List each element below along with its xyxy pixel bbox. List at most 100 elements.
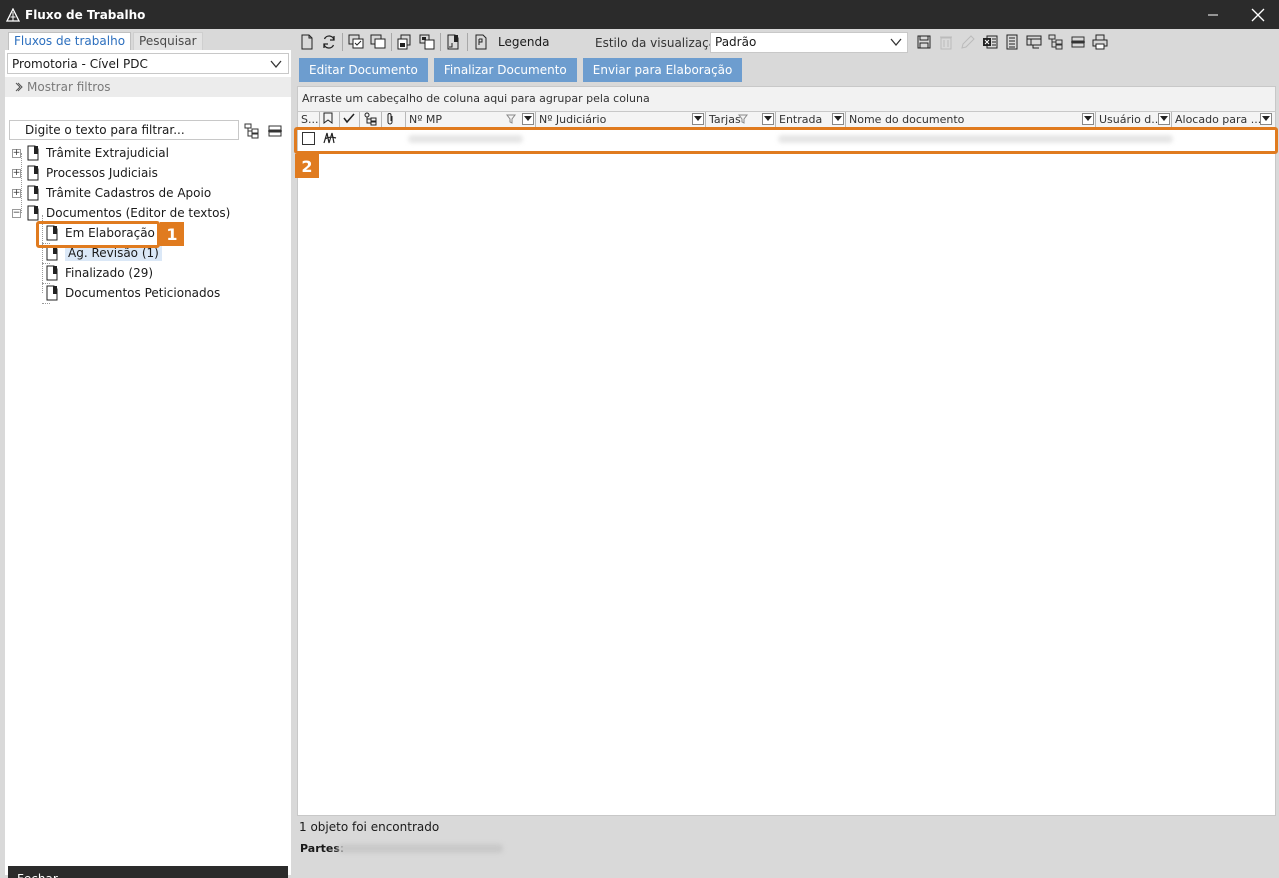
filter-icon	[506, 114, 516, 124]
column-header-allocated[interactable]: Alocado para ...	[1172, 112, 1273, 127]
caret-down-icon	[524, 116, 532, 121]
filter-input[interactable]: Digite o texto para filtrar...	[9, 120, 239, 140]
save-icon	[917, 35, 931, 49]
workflow-select[interactable]: Promotoria - Cível PDC	[7, 53, 289, 74]
left-tabs: Fluxos de trabalho Pesquisar	[8, 32, 203, 50]
checkmark-icon	[343, 113, 355, 124]
caret-down-icon	[764, 116, 772, 121]
column-header-check[interactable]	[340, 112, 360, 127]
column-header-entrada[interactable]: Entrada	[776, 112, 846, 127]
edit-view-button[interactable]	[957, 31, 979, 53]
paste-button[interactable]	[416, 31, 438, 53]
callout-highlight-2	[294, 127, 1278, 154]
window-title: Fluxo de Trabalho	[25, 7, 146, 22]
refresh-button[interactable]	[318, 31, 340, 53]
select-all-button[interactable]	[345, 31, 367, 53]
column-header-label: Entrada	[779, 113, 823, 126]
column-header-workflow[interactable]	[360, 112, 382, 127]
new-document-icon	[301, 34, 313, 50]
column-header-judicial-number[interactable]: Nº Judiciário	[536, 112, 706, 127]
export-document-button[interactable]	[443, 31, 465, 53]
tree-connector	[42, 303, 50, 304]
chevron-down-icon	[890, 38, 902, 47]
copy-button[interactable]	[394, 31, 416, 53]
column-header-label: Usuário d...	[1099, 113, 1162, 126]
minimize-button[interactable]	[1190, 0, 1236, 29]
edit-document-button[interactable]: Editar Documento	[299, 58, 428, 82]
collapse-icon[interactable]: −	[12, 208, 21, 218]
legend-label[interactable]: Legenda	[498, 35, 549, 49]
legend-icon	[475, 34, 487, 50]
show-filters-label: Mostrar filtros	[27, 80, 111, 94]
tree-collapse-icon	[1071, 36, 1085, 48]
legend-button[interactable]	[470, 31, 492, 53]
toolbar-separator	[342, 33, 343, 51]
trash-icon	[940, 36, 952, 50]
column-header-user[interactable]: Usuário d...	[1096, 112, 1172, 127]
title-bar: Fluxo de Trabalho	[0, 0, 1279, 29]
tree-node-label: Processos Judiciais	[46, 166, 158, 180]
expand-groups-button[interactable]	[1045, 31, 1067, 53]
deselect-button[interactable]	[367, 31, 389, 53]
layout-button[interactable]	[1023, 31, 1045, 53]
results-count: 1 objeto foi encontrado	[299, 820, 440, 834]
column-header-label: Nº MP	[409, 113, 443, 126]
column-header-document-name[interactable]: Nome do documento	[846, 112, 1096, 127]
column-dropdown-button[interactable]	[1082, 113, 1094, 125]
column-dropdown-button[interactable]	[832, 113, 844, 125]
collapse-tree-button[interactable]	[266, 122, 284, 140]
close-button-mnemonic: F	[17, 872, 24, 878]
tab-search[interactable]: Pesquisar	[133, 32, 203, 50]
caret-down-icon	[1084, 116, 1092, 121]
windows-icon	[370, 34, 386, 49]
tree-node-cadastros[interactable]: + Trâmite Cadastros de Apoio	[12, 183, 211, 203]
finalize-document-button[interactable]: Finalizar Documento	[433, 58, 577, 82]
new-document-button[interactable]	[296, 31, 318, 53]
caret-down-icon	[834, 116, 842, 121]
expand-icon[interactable]: +	[12, 188, 21, 198]
caret-down-icon	[1160, 116, 1168, 121]
grid-header: S... Nº MP Nº Judiciário Tarjas Entrada …	[298, 111, 1275, 128]
send-to-elaboration-button[interactable]: Enviar para Elaboração	[582, 58, 743, 82]
close-button[interactable]: Fechar	[8, 866, 288, 878]
show-filters-toggle[interactable]: Mostrar filtros	[5, 77, 291, 97]
tree-node-finalizado[interactable]: Finalizado (29)	[46, 263, 153, 283]
report-button[interactable]	[1001, 31, 1023, 53]
column-dropdown-button[interactable]	[692, 113, 704, 125]
save-view-button[interactable]	[913, 31, 935, 53]
group-by-panel[interactable]: Arraste um cabeçalho de coluna aqui para…	[298, 87, 1275, 111]
tree-node-documentos[interactable]: − Documentos (Editor de textos)	[12, 203, 230, 223]
toolbar-separator	[391, 33, 392, 51]
expand-tree-button[interactable]	[243, 122, 261, 140]
tree-node-peticionados[interactable]: Documentos Peticionados	[46, 283, 220, 303]
expand-icon[interactable]: +	[12, 148, 21, 158]
paste-icon	[419, 34, 435, 50]
collapse-groups-button[interactable]	[1067, 31, 1089, 53]
tree-node-judicial[interactable]: + Processos Judiciais	[12, 163, 158, 183]
column-header-attachment[interactable]	[382, 112, 406, 127]
column-dropdown-button[interactable]	[1260, 113, 1272, 125]
column-dropdown-button[interactable]	[1158, 113, 1170, 125]
column-dropdown-button[interactable]	[522, 113, 534, 125]
print-button[interactable]	[1089, 31, 1111, 53]
documents-grid: Arraste um cabeçalho de coluna aqui para…	[297, 86, 1276, 816]
paperclip-icon	[387, 113, 393, 125]
close-window-button[interactable]	[1235, 0, 1279, 29]
column-header-tarjas[interactable]: Tarjas	[706, 112, 776, 127]
column-header-bookmark[interactable]	[320, 112, 340, 127]
tree-node-label: Finalizado (29)	[65, 266, 154, 280]
expand-icon[interactable]: +	[12, 168, 21, 178]
close-button-label: echar	[24, 872, 58, 878]
printer-icon	[1092, 34, 1108, 50]
app-logo-icon	[6, 7, 20, 22]
tree-node-extrajudicial[interactable]: + Trâmite Extrajudicial	[12, 143, 169, 163]
column-header-mp-number[interactable]: Nº MP	[406, 112, 536, 127]
left-panel: Fluxos de trabalho Pesquisar Promotoria …	[5, 30, 291, 878]
tree-node-label: Documentos (Editor de textos)	[46, 206, 231, 220]
column-dropdown-button[interactable]	[762, 113, 774, 125]
tab-workflows[interactable]: Fluxos de trabalho	[8, 32, 132, 50]
delete-view-button[interactable]	[935, 31, 957, 53]
view-style-select[interactable]: Padrão	[710, 32, 908, 53]
column-header-select[interactable]: S...	[298, 112, 320, 127]
export-excel-button[interactable]	[979, 31, 1001, 53]
